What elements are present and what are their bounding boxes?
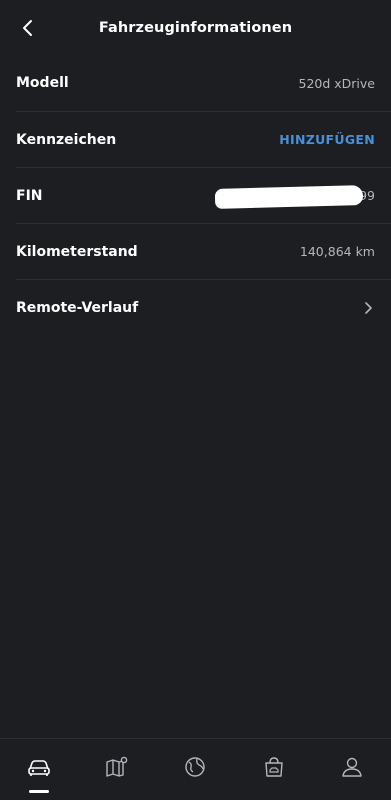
chevron-left-icon [23,20,32,36]
row-license-plate: Kennzeichen HINZUFÜGEN [16,111,391,167]
redaction-mark [214,184,364,209]
profile-icon [342,757,362,777]
tab-globe[interactable] [175,755,215,785]
add-license-plate-button[interactable]: HINZUFÜGEN [279,132,375,147]
remote-history-label: Remote-Verlauf [16,299,139,316]
vin-label: FIN [16,187,43,204]
chevron-right-icon [365,301,372,314]
tab-map[interactable] [97,755,137,785]
shop-icon [264,757,283,777]
model-value: 520d xDrive [298,75,376,91]
back-button[interactable] [14,14,42,42]
page-title: Fahrzeuginformationen [98,19,293,36]
row-remote-history[interactable]: Remote-Verlauf [16,279,391,335]
tab-shop[interactable] [254,755,294,785]
vin-value: …99 [214,184,375,209]
model-label: Modell [16,75,69,91]
row-vin: FIN …99 [16,167,391,223]
mileage-value: 140,864 km [299,244,375,259]
screen: Fahrzeuginformationen Modell 520d xDrive… [0,0,391,800]
globe-icon [185,757,206,777]
row-mileage: Kilometerstand 140,864 km [16,223,391,279]
row-model: Modell 520d xDrive [16,55,391,111]
tab-car[interactable] [19,755,59,793]
map-icon [106,756,128,777]
car-icon [28,760,50,776]
mileage-label: Kilometerstand [16,243,138,260]
active-tab-indicator [29,790,50,793]
tab-bar [0,738,391,800]
header: Fahrzeuginformationen [0,0,391,55]
vehicle-info-list: Modell 520d xDrive Kennzeichen HINZUFÜGE… [0,55,391,335]
tab-profile[interactable] [332,755,372,785]
license-plate-label: Kennzeichen [16,131,117,148]
